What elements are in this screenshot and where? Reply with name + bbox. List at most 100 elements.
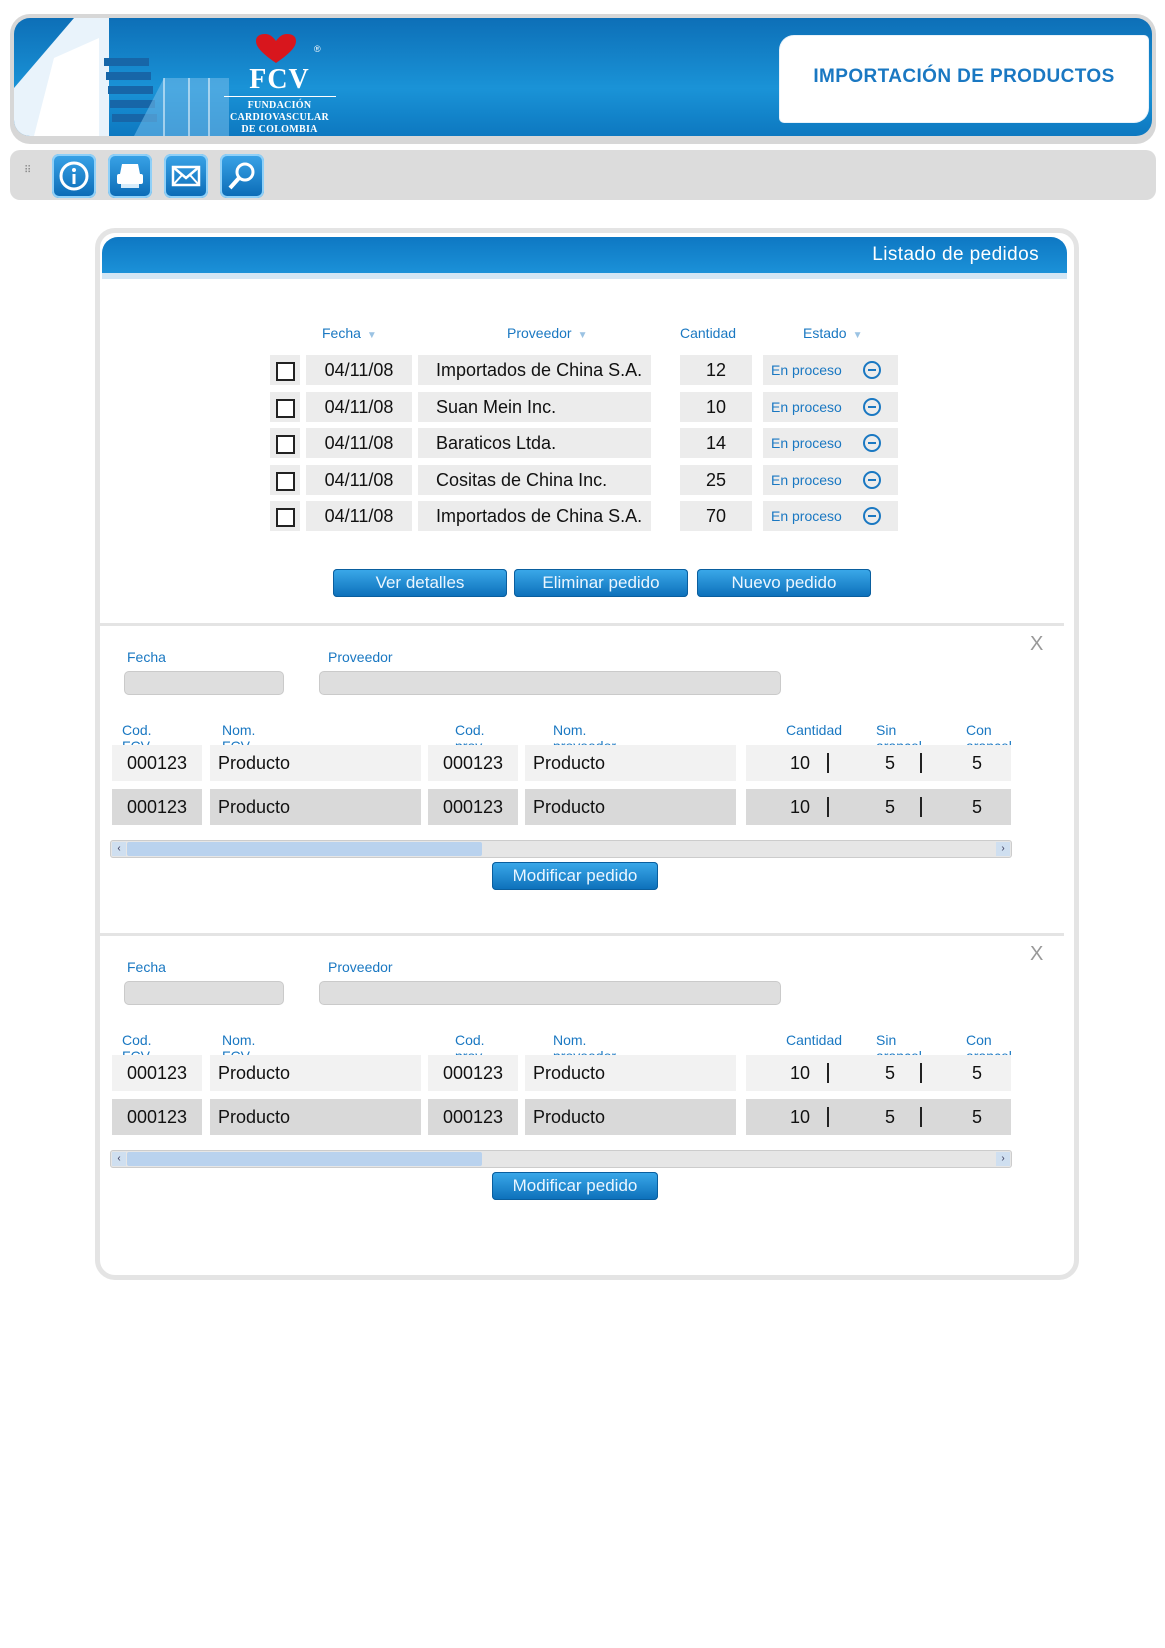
column-separator (920, 1107, 922, 1127)
cell-cod-fcv: 000123 (112, 745, 202, 781)
cell-cod-prov: 000123 (428, 789, 518, 825)
scroll-left-icon[interactable]: ‹ (112, 1152, 126, 1166)
mail-icon (171, 165, 201, 187)
order-cantidad: 70 (680, 501, 752, 531)
close-icon[interactable]: X (1030, 633, 1043, 656)
modificar-pedido-button[interactable]: Modificar pedido (492, 1172, 658, 1200)
proveedor-label: Proveedor (328, 959, 393, 975)
cell-cod-prov: 000123 (428, 1099, 518, 1135)
proveedor-field[interactable] (319, 671, 781, 695)
scroll-thumb[interactable] (127, 842, 482, 856)
proveedor-field[interactable] (319, 981, 781, 1005)
order-cantidad: 10 (680, 391, 752, 422)
fecha-label: Fecha (127, 649, 166, 665)
remove-circle-icon[interactable] (863, 507, 881, 525)
eliminar-pedido-button[interactable]: Eliminar pedido (514, 569, 688, 597)
remove-circle-icon[interactable] (863, 397, 881, 416)
search-button[interactable] (220, 154, 264, 198)
scroll-right-icon[interactable]: › (996, 842, 1010, 856)
order-fecha: 04/11/08 (306, 391, 412, 422)
mail-button[interactable] (164, 154, 208, 198)
cell-cantidad: 10 (790, 753, 811, 773)
order-proveedor: Cositas de China Inc. (418, 464, 651, 495)
sort-arrow-icon: ▼ (852, 330, 863, 341)
cell-nom-prov: Producto (525, 1099, 736, 1135)
order-proveedor: Importados de China S.A. (418, 355, 651, 385)
cell-sin-arancel: 5 (884, 1063, 895, 1083)
order-cantidad: 12 (680, 355, 752, 385)
cell-nom-prov: Producto (525, 789, 736, 825)
section-divider (100, 623, 1064, 626)
row-checkbox[interactable] (276, 471, 295, 491)
page-title: IMPORTACIÓN DE PRODUCTOS (813, 66, 1115, 87)
horizontal-scrollbar[interactable]: ‹ › (110, 840, 1012, 858)
header-estado[interactable]: Estado ▼ (803, 325, 863, 341)
horizontal-scrollbar[interactable]: ‹ › (110, 1150, 1012, 1168)
cell-cod-prov: 000123 (428, 745, 518, 781)
cell-cantidad: 10 (790, 1063, 811, 1083)
proveedor-label: Proveedor (328, 649, 393, 665)
print-button[interactable] (108, 154, 152, 198)
order-fecha: 04/11/08 (306, 501, 412, 531)
scroll-thumb[interactable] (127, 1152, 482, 1166)
close-icon[interactable]: X (1030, 943, 1043, 966)
print-icon (117, 164, 143, 188)
column-separator (827, 797, 829, 817)
header-cantidad: Cantidad (786, 1032, 843, 1048)
estado-label: En proceso (771, 508, 842, 524)
order-cantidad: 14 (680, 428, 752, 458)
order-estado: En proceso (763, 355, 898, 385)
modificar-pedido-button[interactable]: Modificar pedido (492, 862, 658, 890)
estado-label: En proceso (771, 362, 842, 378)
toolbar-grip[interactable]: ⠿ (24, 166, 31, 176)
cell-nom-prov: Producto (525, 1055, 736, 1091)
cell-cod-fcv: 000123 (112, 789, 202, 825)
column-separator (920, 1063, 922, 1083)
panel-title: Listado de pedidos (872, 244, 1039, 265)
cell-cantidad: 10 (790, 1107, 811, 1127)
order-estado: En proceso (763, 501, 898, 531)
header-proveedor[interactable]: Proveedor ▼ (507, 325, 588, 341)
order-cantidad: 25 (680, 464, 752, 495)
row-checkbox[interactable] (276, 508, 295, 527)
header-banner: ® FCV FUNDACIÓN CARDIOVASCULAR DE COLOMB… (14, 18, 1152, 136)
fecha-field[interactable] (124, 671, 284, 695)
scroll-right-icon[interactable]: › (996, 1152, 1010, 1166)
cell-con-arancel: 5 (971, 1063, 982, 1083)
estado-label: En proceso (771, 435, 842, 451)
remove-circle-icon[interactable] (863, 434, 881, 452)
order-proveedor: Suan Mein Inc. (418, 391, 651, 422)
remove-circle-icon[interactable] (863, 361, 881, 379)
cell-nom-fcv: Producto (210, 1055, 421, 1091)
cell-con-arancel: 5 (971, 1107, 982, 1127)
scroll-left-icon[interactable]: ‹ (112, 842, 126, 856)
cell-nom-fcv: Producto (210, 745, 421, 781)
row-checkbox[interactable] (276, 362, 295, 381)
cell-sin-arancel: 5 (884, 797, 895, 817)
row-checkbox[interactable] (276, 435, 295, 454)
building-image (14, 18, 229, 136)
cell-con-arancel: 5 (971, 797, 982, 817)
cell-nom-fcv: Producto (210, 1099, 421, 1135)
order-estado: En proceso (763, 428, 898, 458)
row-checkbox[interactable] (276, 398, 295, 418)
header-fecha[interactable]: Fecha ▼ (322, 325, 377, 341)
ver-detalles-button[interactable]: Ver detalles (333, 569, 507, 597)
info-icon (59, 161, 89, 191)
column-separator (920, 797, 922, 817)
order-fecha: 04/11/08 (306, 355, 412, 385)
order-proveedor: Importados de China S.A. (418, 501, 651, 531)
cell-con-arancel: 5 (971, 753, 982, 773)
remove-circle-icon[interactable] (863, 470, 881, 489)
estado-label: En proceso (771, 471, 842, 488)
info-button[interactable] (52, 154, 96, 198)
fecha-field[interactable] (124, 981, 284, 1005)
fecha-label: Fecha (127, 959, 166, 975)
search-icon (228, 162, 255, 190)
sort-arrow-icon: ▼ (577, 330, 588, 341)
cell-cod-fcv: 000123 (112, 1055, 202, 1091)
cell-nom-prov: Producto (525, 745, 736, 781)
nuevo-pedido-button[interactable]: Nuevo pedido (697, 569, 871, 597)
estado-label: En proceso (771, 398, 842, 415)
column-separator (827, 753, 829, 773)
